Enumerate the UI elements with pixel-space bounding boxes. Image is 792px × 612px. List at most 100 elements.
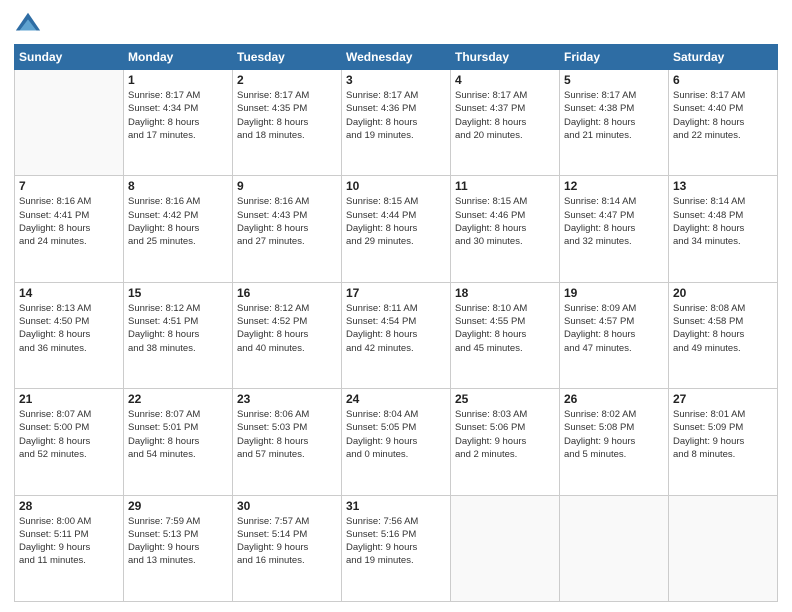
day-number: 20 [673,286,773,300]
day-number: 26 [564,392,664,406]
day-header: Sunday [15,45,124,70]
calendar-cell [560,495,669,601]
calendar-cell [15,70,124,176]
day-number: 7 [19,179,119,193]
day-info: Sunrise: 8:17 AMSunset: 4:40 PMDaylight:… [673,89,773,142]
calendar-cell: 29 Sunrise: 7:59 AMSunset: 5:13 PMDayligh… [124,495,233,601]
day-number: 31 [346,499,446,513]
day-number: 2 [237,73,337,87]
day-info: Sunrise: 7:57 AMSunset: 5:14 PMDaylight:… [237,515,337,568]
calendar-cell: 22 Sunrise: 8:07 AMSunset: 5:01 PMDayligh… [124,389,233,495]
day-number: 24 [346,392,446,406]
day-number: 1 [128,73,228,87]
day-info: Sunrise: 8:08 AMSunset: 4:58 PMDaylight:… [673,302,773,355]
calendar-cell: 14 Sunrise: 8:13 AMSunset: 4:50 PMDayligh… [15,282,124,388]
calendar-cell: 15 Sunrise: 8:12 AMSunset: 4:51 PMDayligh… [124,282,233,388]
day-info: Sunrise: 8:07 AMSunset: 5:01 PMDaylight:… [128,408,228,461]
day-number: 27 [673,392,773,406]
day-info: Sunrise: 8:16 AMSunset: 4:43 PMDaylight:… [237,195,337,248]
day-info: Sunrise: 8:11 AMSunset: 4:54 PMDaylight:… [346,302,446,355]
calendar-cell: 27 Sunrise: 8:01 AMSunset: 5:09 PMDayligh… [669,389,778,495]
day-number: 30 [237,499,337,513]
calendar-cell: 31 Sunrise: 7:56 AMSunset: 5:16 PMDayligh… [342,495,451,601]
day-number: 18 [455,286,555,300]
day-number: 15 [128,286,228,300]
day-header: Saturday [669,45,778,70]
day-number: 28 [19,499,119,513]
day-info: Sunrise: 8:17 AMSunset: 4:38 PMDaylight:… [564,89,664,142]
day-number: 25 [455,392,555,406]
calendar-cell: 8Sunrise: 8:16 AMSunset: 4:42 PMDaylight… [124,176,233,282]
day-number: 3 [346,73,446,87]
day-number: 14 [19,286,119,300]
calendar-cell: 23 Sunrise: 8:06 AMSunset: 5:03 PMDayligh… [233,389,342,495]
day-number: 10 [346,179,446,193]
day-info: Sunrise: 7:56 AMSunset: 5:16 PMDaylight:… [346,515,446,568]
calendar-cell: 12 Sunrise: 8:14 AMSunset: 4:47 PMDayligh… [560,176,669,282]
day-info: Sunrise: 8:00 AMSunset: 5:11 PMDaylight:… [19,515,119,568]
calendar-cell: 7Sunrise: 8:16 AMSunset: 4:41 PMDaylight… [15,176,124,282]
day-info: Sunrise: 8:17 AMSunset: 4:36 PMDaylight:… [346,89,446,142]
calendar-cell: 26 Sunrise: 8:02 AMSunset: 5:08 PMDayligh… [560,389,669,495]
calendar-cell: 20 Sunrise: 8:08 AMSunset: 4:58 PMDayligh… [669,282,778,388]
calendar-cell: 19 Sunrise: 8:09 AMSunset: 4:57 PMDayligh… [560,282,669,388]
logo-icon [14,10,42,38]
day-info: Sunrise: 8:07 AMSunset: 5:00 PMDaylight:… [19,408,119,461]
day-header: Thursday [451,45,560,70]
day-header: Friday [560,45,669,70]
day-number: 21 [19,392,119,406]
day-number: 19 [564,286,664,300]
calendar-cell [669,495,778,601]
calendar-cell: 18 Sunrise: 8:10 AMSunset: 4:55 PMDayligh… [451,282,560,388]
calendar-cell [451,495,560,601]
day-info: Sunrise: 8:17 AMSunset: 4:34 PMDaylight:… [128,89,228,142]
day-number: 6 [673,73,773,87]
day-info: Sunrise: 8:04 AMSunset: 5:05 PMDaylight:… [346,408,446,461]
calendar-cell: 17 Sunrise: 8:11 AMSunset: 4:54 PMDayligh… [342,282,451,388]
day-info: Sunrise: 8:14 AMSunset: 4:48 PMDaylight:… [673,195,773,248]
day-number: 12 [564,179,664,193]
day-number: 11 [455,179,555,193]
day-info: Sunrise: 8:15 AMSunset: 4:46 PMDaylight:… [455,195,555,248]
day-info: Sunrise: 8:17 AMSunset: 4:37 PMDaylight:… [455,89,555,142]
calendar-cell: 13Sunrise: 8:14 AMSunset: 4:48 PMDayligh… [669,176,778,282]
day-info: Sunrise: 8:14 AMSunset: 4:47 PMDaylight:… [564,195,664,248]
calendar-table: SundayMondayTuesdayWednesdayThursdayFrid… [14,44,778,602]
day-info: Sunrise: 8:17 AMSunset: 4:35 PMDaylight:… [237,89,337,142]
day-info: Sunrise: 8:10 AMSunset: 4:55 PMDaylight:… [455,302,555,355]
day-info: Sunrise: 8:12 AMSunset: 4:52 PMDaylight:… [237,302,337,355]
logo [14,10,46,38]
header [14,10,778,38]
calendar-cell: 2 Sunrise: 8:17 AMSunset: 4:35 PMDaylight… [233,70,342,176]
day-number: 16 [237,286,337,300]
calendar-cell: 28 Sunrise: 8:00 AMSunset: 5:11 PMDayligh… [15,495,124,601]
calendar-cell: 11 Sunrise: 8:15 AMSunset: 4:46 PMDayligh… [451,176,560,282]
day-info: Sunrise: 8:15 AMSunset: 4:44 PMDaylight:… [346,195,446,248]
calendar-cell: 4Sunrise: 8:17 AMSunset: 4:37 PMDaylight… [451,70,560,176]
calendar-cell: 25 Sunrise: 8:03 AMSunset: 5:06 PMDayligh… [451,389,560,495]
day-info: Sunrise: 8:03 AMSunset: 5:06 PMDaylight:… [455,408,555,461]
calendar-cell: 3 Sunrise: 8:17 AMSunset: 4:36 PMDaylight… [342,70,451,176]
day-info: Sunrise: 8:01 AMSunset: 5:09 PMDaylight:… [673,408,773,461]
day-info: Sunrise: 8:13 AMSunset: 4:50 PMDaylight:… [19,302,119,355]
day-info: Sunrise: 8:09 AMSunset: 4:57 PMDaylight:… [564,302,664,355]
calendar-cell: 1 Sunrise: 8:17 AMSunset: 4:34 PMDaylight… [124,70,233,176]
day-header: Wednesday [342,45,451,70]
day-number: 29 [128,499,228,513]
day-number: 5 [564,73,664,87]
day-info: Sunrise: 7:59 AMSunset: 5:13 PMDaylight:… [128,515,228,568]
day-info: Sunrise: 8:06 AMSunset: 5:03 PMDaylight:… [237,408,337,461]
calendar-cell: 9Sunrise: 8:16 AMSunset: 4:43 PMDaylight… [233,176,342,282]
day-info: Sunrise: 8:02 AMSunset: 5:08 PMDaylight:… [564,408,664,461]
day-header: Tuesday [233,45,342,70]
day-number: 23 [237,392,337,406]
calendar-cell: 6 Sunrise: 8:17 AMSunset: 4:40 PMDaylight… [669,70,778,176]
calendar-cell: 5 Sunrise: 8:17 AMSunset: 4:38 PMDaylight… [560,70,669,176]
day-number: 22 [128,392,228,406]
calendar-cell: 10 Sunrise: 8:15 AMSunset: 4:44 PMDayligh… [342,176,451,282]
calendar-cell: 16 Sunrise: 8:12 AMSunset: 4:52 PMDayligh… [233,282,342,388]
calendar-cell: 30 Sunrise: 7:57 AMSunset: 5:14 PMDayligh… [233,495,342,601]
day-number: 17 [346,286,446,300]
day-info: Sunrise: 8:12 AMSunset: 4:51 PMDaylight:… [128,302,228,355]
calendar-cell: 21 Sunrise: 8:07 AMSunset: 5:00 PMDayligh… [15,389,124,495]
